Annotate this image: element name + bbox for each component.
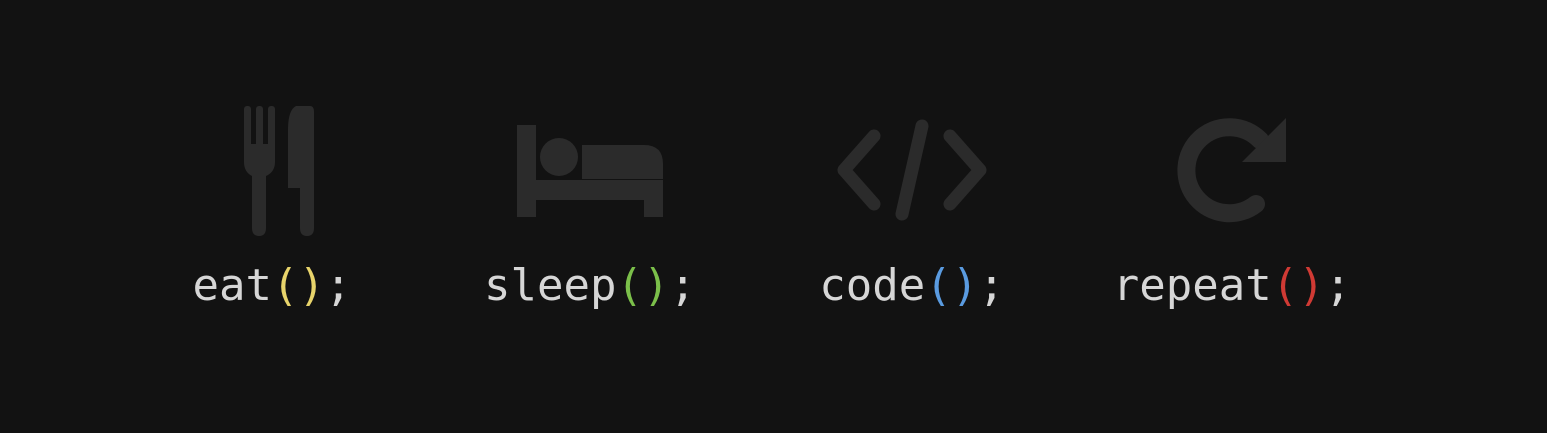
label-code-semicolon: ; — [978, 260, 1005, 311]
label-code-paren: () — [925, 260, 979, 311]
label-repeat-name: repeat — [1112, 260, 1272, 311]
label-eat-semicolon: ; — [324, 260, 352, 311]
label-code-name: code — [819, 260, 926, 311]
item-eat: eat(); — [122, 100, 422, 312]
item-sleep: sleep(); — [440, 100, 740, 312]
label-repeat-semicolon: ; — [1324, 260, 1352, 311]
repeat-icon — [1177, 118, 1286, 223]
stage: eat(); sleep(); code(); repeat(); — [0, 0, 1547, 433]
label-eat-paren: () — [272, 260, 325, 311]
item-code: code(); — [762, 100, 1062, 312]
code-icon — [837, 119, 987, 221]
label-eat: eat(); — [122, 260, 422, 312]
label-repeat: repeat(); — [1082, 260, 1382, 312]
label-sleep-name: sleep — [484, 260, 617, 311]
label-code: code(); — [762, 260, 1062, 312]
item-repeat: repeat(); — [1082, 100, 1382, 312]
label-eat-name: eat — [192, 260, 272, 311]
label-sleep-paren: () — [616, 260, 670, 311]
fork-knife-icon — [244, 106, 314, 236]
label-sleep-semicolon: ; — [669, 260, 696, 311]
label-sleep: sleep(); — [440, 260, 740, 312]
label-repeat-paren: () — [1271, 260, 1325, 311]
bed-icon — [517, 125, 663, 217]
